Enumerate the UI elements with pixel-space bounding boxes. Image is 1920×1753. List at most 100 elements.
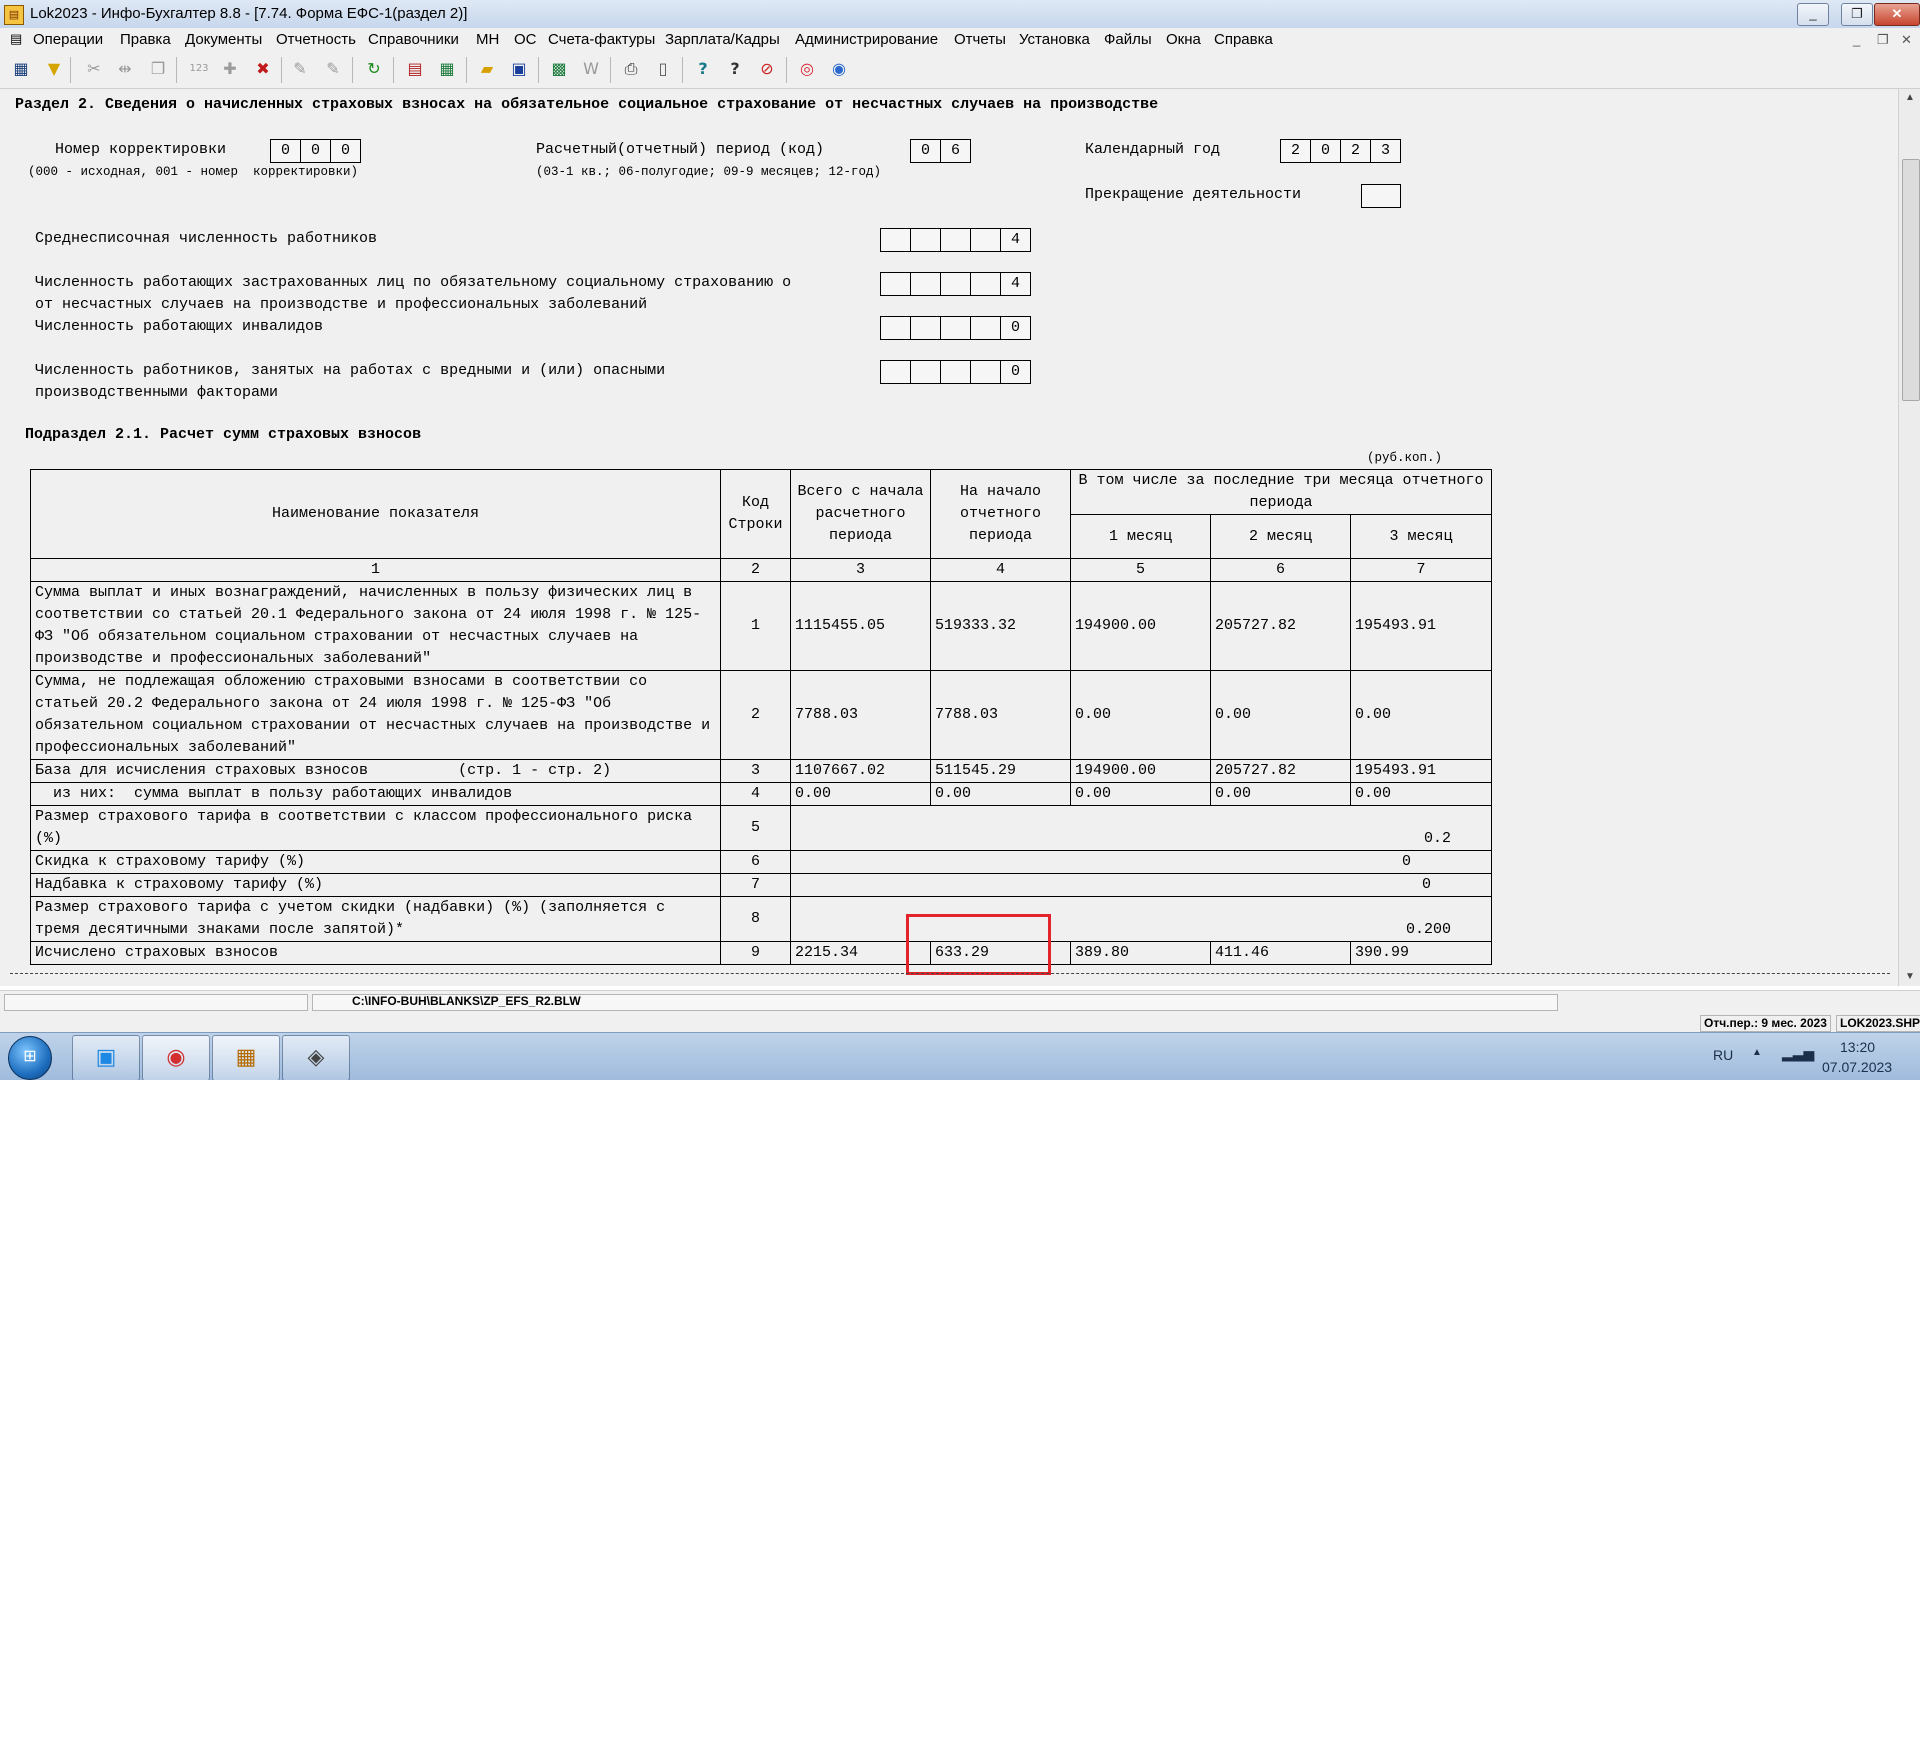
row-month2-cell[interactable]: 0.00 [1210,670,1351,760]
row-month3-cell[interactable]: 195493.91 [1349,581,1493,671]
save-icon[interactable]: ▣ [508,58,530,80]
network-signal-icon[interactable]: ▂▃▅ [1782,1045,1814,1062]
row-month1-cell[interactable]: 194900.00 [1070,759,1211,783]
word-icon[interactable]: W [580,58,602,80]
menu-fixed-assets[interactable]: ОС [514,31,537,48]
menu-reporting[interactable]: Отчетность [276,31,356,48]
hazard-field[interactable]: 0 [880,360,1031,384]
split-icon[interactable]: ⇹ [114,58,136,80]
restore-button[interactable]: ❐ [1841,3,1873,26]
menu-documents[interactable]: Документы [185,31,262,48]
open-icon[interactable]: ▰ [476,58,498,80]
termination-field[interactable] [1361,184,1401,208]
vertical-scrollbar[interactable]: ▲ ▼ [1898,89,1920,986]
period-field[interactable]: 0 6 [910,139,971,163]
clock-time[interactable]: 13:20 [1840,1039,1875,1055]
header-total: Всего с начала расчетного периода [790,469,931,559]
menu-help[interactable]: Справка [1214,31,1273,48]
menu-mn[interactable]: МН [476,31,499,48]
menu-reports[interactable]: Отчеты [954,31,1006,48]
insured-field[interactable]: 4 [880,272,1031,296]
refresh-icon[interactable]: ↻ [363,58,385,80]
delete-icon[interactable]: ✖ [252,58,274,80]
document-menu-icon[interactable]: ▤ [10,31,22,47]
clock-date[interactable]: 07.07.2023 [1822,1059,1892,1075]
excel-icon[interactable]: ▩ [548,58,570,80]
calculator-icon[interactable]: ▦ [436,58,458,80]
mdi-restore-button[interactable]: ❐ [1877,32,1889,48]
mdi-minimize-button[interactable]: _ [1853,32,1860,47]
report-icon[interactable]: ▤ [404,58,426,80]
network-tool-app-icon[interactable]: ◈ [282,1035,350,1080]
list-icon[interactable]: ▦ [10,58,32,80]
row-total-cell[interactable]: 1107667.02 [790,759,931,783]
surcharge-cell[interactable]: 0 [789,873,1493,897]
edit-icon[interactable]: ✎ [289,58,311,80]
scroll-down-icon[interactable]: ▼ [1899,968,1920,986]
copy-icon[interactable]: ❐ [147,58,169,80]
support-icon[interactable]: ◎ [796,58,818,80]
adjusted-tariff-cell[interactable]: 0.200 [789,896,1493,942]
row-start-cell[interactable]: 0.00 [930,782,1071,806]
tariff-cell[interactable]: 0.2 [789,805,1493,851]
print-icon[interactable]: ⎙ [620,58,642,80]
row-month3-cell[interactable]: 0.00 [1349,670,1493,760]
menu-salary[interactable]: Зарплата/Кадры [665,31,780,48]
menu-invoices[interactable]: Счета-фактуры [548,31,655,48]
row-month2-cell[interactable]: 0.00 [1210,782,1351,806]
minimize-button[interactable]: _ [1797,3,1829,26]
compass-icon[interactable]: ⊘ [756,58,778,80]
row-total-cell[interactable]: 1115455.05 [790,581,931,671]
preview-icon[interactable]: ▯ [652,58,674,80]
cut-icon[interactable]: ✂ [83,58,105,80]
row-month3-cell[interactable]: 0.00 [1349,782,1493,806]
row-month3-cell[interactable]: 195493.91 [1349,759,1493,783]
filter-icon[interactable]: ▼ [43,58,65,80]
correction-field[interactable]: 0 0 0 [270,139,361,163]
numbering-icon[interactable]: 123 [188,58,210,80]
menu-windows[interactable]: Окна [1166,31,1201,48]
language-indicator[interactable]: RU [1713,1047,1733,1063]
menu-directories[interactable]: Справочники [368,31,459,48]
row-start-cell[interactable]: 519333.32 [930,581,1071,671]
help-icon[interactable]: ? [692,58,714,80]
year-field[interactable]: 2 0 2 3 [1280,139,1401,163]
web-icon[interactable]: ◉ [828,58,850,80]
section-title: Раздел 2. Сведения о начисленных страхов… [15,96,1159,113]
mdi-close-button[interactable]: ✕ [1901,32,1912,48]
browser-app-icon[interactable]: ◉ [142,1035,210,1080]
scroll-up-icon[interactable]: ▲ [1899,89,1920,107]
toolbar-separator [393,57,394,83]
start-button[interactable]: ⊞ [8,1036,52,1080]
edit2-icon[interactable]: ✎ [322,58,344,80]
row-month2-cell[interactable]: 205727.82 [1210,759,1351,783]
menu-edit[interactable]: Правка [120,31,171,48]
row-start-cell[interactable]: 7788.03 [930,670,1071,760]
tray-expand-icon[interactable]: ▲ [1752,1047,1762,1058]
row-month1-cell[interactable]: 0.00 [1070,670,1211,760]
info-buh-app-icon[interactable]: ▦ [212,1035,280,1080]
help-context-icon[interactable]: ? [724,58,746,80]
row-month2-cell[interactable]: 411.46 [1210,941,1351,965]
menu-administration[interactable]: Администрирование [795,31,938,48]
period-hint: (03-1 кв.; 06-полугодие; 09-9 месяцев; 1… [536,165,882,179]
add-icon[interactable]: ✚ [219,58,241,80]
col-number: 6 [1210,558,1351,582]
row-month1-cell[interactable]: 389.80 [1070,941,1211,965]
menu-operations[interactable]: Операции [33,31,103,48]
row-month1-cell[interactable]: 0.00 [1070,782,1211,806]
close-button[interactable]: ✕ [1874,3,1920,26]
menu-files[interactable]: Файлы [1104,31,1152,48]
row-total-cell[interactable]: 0.00 [790,782,931,806]
row-total-cell[interactable]: 7788.03 [790,670,931,760]
messenger-app-icon[interactable]: ▣ [72,1035,140,1080]
discount-cell[interactable]: 0 [789,850,1493,874]
row-month3-cell[interactable]: 390.99 [1349,941,1493,965]
row-month2-cell[interactable]: 205727.82 [1210,581,1351,671]
scroll-thumb[interactable] [1902,159,1920,401]
menu-settings[interactable]: Установка [1019,31,1090,48]
avg-headcount-field[interactable]: 4 [880,228,1031,252]
row-start-cell[interactable]: 511545.29 [930,759,1071,783]
disabled-field[interactable]: 0 [880,316,1031,340]
row-month1-cell[interactable]: 194900.00 [1070,581,1211,671]
